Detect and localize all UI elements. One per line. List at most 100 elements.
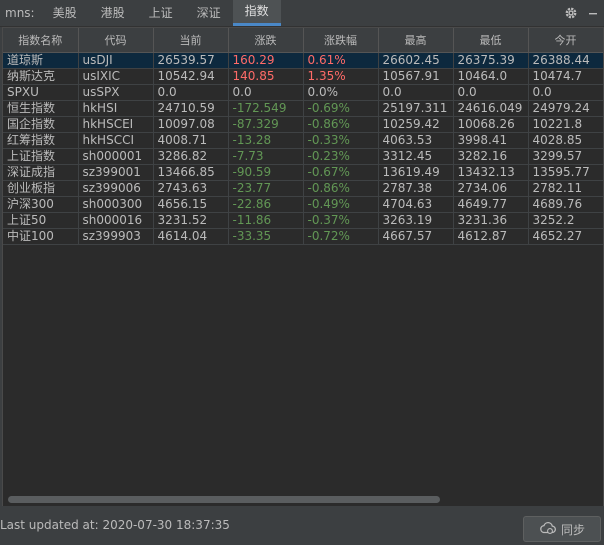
column-header[interactable]: 最低 bbox=[453, 28, 529, 53]
tab-bar: mns: 美股 港股 上证 深证 指数 bbox=[0, 0, 604, 27]
table-cell-pct: -0.72% bbox=[303, 228, 379, 245]
table-cell-current: 4656.15 bbox=[153, 196, 229, 213]
table-cell-name: 上证50 bbox=[3, 212, 79, 229]
table-cell-low: 24616.049 bbox=[453, 100, 529, 117]
table-row[interactable]: 国企指数 hkHSCEI 10097.08 -87.329 -0.86% 10259.42… bbox=[3, 116, 603, 133]
index-table: 指数名称 代码 当前 涨跌 涨跌幅 最高 最低 今开 道琼斯 usDJI 26539.57 160.… bbox=[3, 28, 603, 245]
table-row[interactable]: 红筹指数 hkHSCCI 4008.71 -13.28 -0.33% 4063.53 399… bbox=[3, 132, 603, 149]
table-cell-open: 26388.44 bbox=[528, 52, 603, 69]
column-header[interactable]: 最高 bbox=[378, 28, 454, 53]
table-row[interactable]: 中证100 sz399903 4614.04 -33.35 -0.72% 4667.57 4… bbox=[3, 228, 603, 245]
table-cell-name: 道琼斯 bbox=[3, 52, 79, 69]
table-cell-pct: 1.35% bbox=[303, 68, 379, 85]
table-cell-high: 25197.311 bbox=[378, 100, 454, 117]
table-cell-low: 4612.87 bbox=[453, 228, 529, 245]
sync-button[interactable]: 同步 bbox=[523, 516, 601, 542]
table-cell-low: 13432.13 bbox=[453, 164, 529, 181]
table-cell-low: 4649.77 bbox=[453, 196, 529, 213]
column-header[interactable]: 涨跌幅 bbox=[303, 28, 379, 53]
table-cell-change: -87.329 bbox=[228, 116, 304, 133]
column-header[interactable]: 今开 bbox=[528, 28, 603, 53]
table-cell-open: 24979.24 bbox=[528, 100, 603, 117]
table-cell-name: 沪深300 bbox=[3, 196, 79, 213]
table-cell-change: -11.86 bbox=[228, 212, 304, 229]
table-cell-open: 4689.76 bbox=[528, 196, 603, 213]
table-cell-pct: -0.49% bbox=[303, 196, 379, 213]
table-cell-pct: -0.69% bbox=[303, 100, 379, 117]
table-cell-pct: -0.67% bbox=[303, 164, 379, 181]
table-cell-change: -172.549 bbox=[228, 100, 304, 117]
index-table-panel: 指数名称 代码 当前 涨跌 涨跌幅 最高 最低 今开 道琼斯 usDJI 26539.57 160.… bbox=[2, 27, 604, 507]
table-cell-high: 3312.45 bbox=[378, 148, 454, 165]
table-cell-name: 纳斯达克 bbox=[3, 68, 79, 85]
table-cell-pct: -0.37% bbox=[303, 212, 379, 229]
sync-button-label: 同步 bbox=[560, 522, 585, 537]
table-cell-high: 13619.49 bbox=[378, 164, 454, 181]
table-cell-code: hkHSCEI bbox=[78, 116, 154, 133]
cloud-sync-icon bbox=[539, 521, 557, 538]
gear-icon[interactable] bbox=[560, 0, 582, 26]
table-cell-change: -23.77 bbox=[228, 180, 304, 197]
tab-shanghai[interactable]: 上证 bbox=[137, 0, 185, 26]
table-cell-high: 4704.63 bbox=[378, 196, 454, 213]
table-cell-current: 26539.57 bbox=[153, 52, 229, 69]
tool-window-prefix: mns: bbox=[5, 6, 35, 20]
table-cell-high: 26602.45 bbox=[378, 52, 454, 69]
table-cell-open: 3252.2 bbox=[528, 212, 603, 229]
table-cell-current: 3231.52 bbox=[153, 212, 229, 229]
tab-shenzhen[interactable]: 深证 bbox=[185, 0, 233, 26]
table-cell-low: 10068.26 bbox=[453, 116, 529, 133]
table-row[interactable]: 道琼斯 usDJI 26539.57 160.29 0.61% 26602.45 26375… bbox=[3, 52, 603, 69]
tab-indices[interactable]: 指数 bbox=[232, 0, 281, 26]
column-header[interactable]: 当前 bbox=[153, 28, 229, 53]
table-cell-change: 160.29 bbox=[228, 52, 304, 69]
table-cell-low: 10464.0 bbox=[453, 68, 529, 85]
table-row[interactable]: 上证指数 sh000001 3286.82 -7.73 -0.23% 3312.45 328… bbox=[3, 148, 603, 165]
table-cell-name: SPXU bbox=[3, 84, 79, 101]
table-cell-change: 140.85 bbox=[228, 68, 304, 85]
table-cell-current: 4008.71 bbox=[153, 132, 229, 149]
table-cell-high: 2787.38 bbox=[378, 180, 454, 197]
tab-us-stocks[interactable]: 美股 bbox=[41, 0, 89, 26]
table-cell-open: 0.0 bbox=[528, 84, 603, 101]
table-cell-code: sz399903 bbox=[78, 228, 154, 245]
table-cell-change: 0.0 bbox=[228, 84, 304, 101]
column-header[interactable]: 指数名称 bbox=[3, 28, 79, 53]
table-row[interactable]: 恒生指数 hkHSI 24710.59 -172.549 -0.69% 25197.311… bbox=[3, 100, 603, 117]
table-row[interactable]: 纳斯达克 usIXIC 10542.94 140.85 1.35% 10567.91 104… bbox=[3, 68, 603, 85]
minimize-icon[interactable] bbox=[582, 0, 604, 26]
column-header[interactable]: 代码 bbox=[78, 28, 154, 53]
table-row[interactable]: 深证成指 sz399001 13466.85 -90.59 -0.67% 13619.49… bbox=[3, 164, 603, 181]
table-cell-high: 10567.91 bbox=[378, 68, 454, 85]
table-cell-code: usIXIC bbox=[78, 68, 154, 85]
table-cell-high: 10259.42 bbox=[378, 116, 454, 133]
table-row[interactable]: SPXU usSPX 0.0 0.0 0.0% 0.0 0.0 0.0 bbox=[3, 84, 603, 101]
table-cell-current: 3286.82 bbox=[153, 148, 229, 165]
table-cell-code: sh000001 bbox=[78, 148, 154, 165]
table-cell-low: 3282.16 bbox=[453, 148, 529, 165]
horizontal-scrollbar[interactable] bbox=[8, 496, 440, 503]
table-cell-code: hkHSI bbox=[78, 100, 154, 117]
table-cell-name: 创业板指 bbox=[3, 180, 79, 197]
table-cell-high: 4063.53 bbox=[378, 132, 454, 149]
table-cell-low: 3998.41 bbox=[453, 132, 529, 149]
table-row[interactable]: 沪深300 sh000300 4656.15 -22.86 -0.49% 4704.63 4… bbox=[3, 196, 603, 213]
last-updated-status: Last updated at: 2020-07-30 18:37:35 bbox=[0, 518, 230, 532]
table-cell-change: -13.28 bbox=[228, 132, 304, 149]
table-cell-current: 0.0 bbox=[153, 84, 229, 101]
table-cell-high: 3263.19 bbox=[378, 212, 454, 229]
table-cell-pct: -0.23% bbox=[303, 148, 379, 165]
table-row[interactable]: 创业板指 sz399006 2743.63 -23.77 -0.86% 2787.38 27… bbox=[3, 180, 603, 197]
column-header[interactable]: 涨跌 bbox=[228, 28, 304, 53]
table-row[interactable]: 上证50 sh000016 3231.52 -11.86 -0.37% 3263.19 32… bbox=[3, 212, 603, 229]
table-cell-change: -22.86 bbox=[228, 196, 304, 213]
table-cell-current: 4614.04 bbox=[153, 228, 229, 245]
table-cell-open: 3299.57 bbox=[528, 148, 603, 165]
table-cell-name: 恒生指数 bbox=[3, 100, 79, 117]
status-footer: Last updated at: 2020-07-30 18:37:35 同步 bbox=[0, 506, 604, 545]
table-cell-pct: -0.86% bbox=[303, 116, 379, 133]
table-cell-low: 3231.36 bbox=[453, 212, 529, 229]
tab-hk-stocks[interactable]: 港股 bbox=[89, 0, 137, 26]
tab-bar-spacer bbox=[281, 0, 560, 26]
table-cell-code: sh000016 bbox=[78, 212, 154, 229]
